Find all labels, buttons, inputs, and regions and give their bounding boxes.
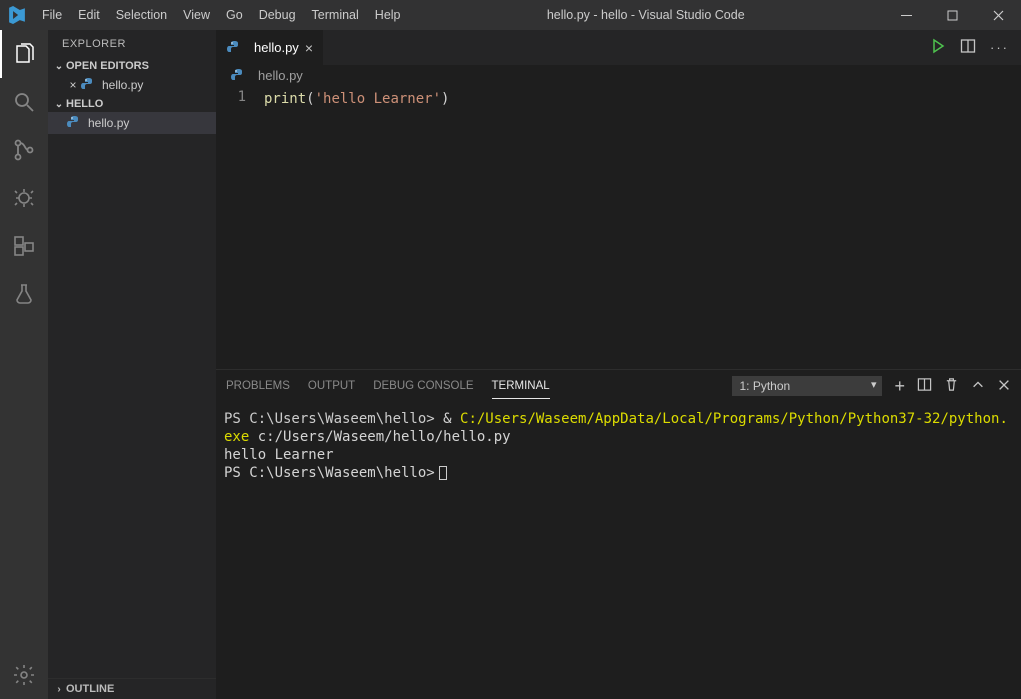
close-panel-icon[interactable] [997, 378, 1011, 395]
window-controls [883, 0, 1021, 30]
chevron-down-icon: ⌄ [52, 61, 66, 72]
explorer-icon[interactable] [0, 30, 48, 78]
breadcrumb[interactable]: hello.py [216, 65, 1021, 87]
maximize-panel-icon[interactable] [971, 378, 985, 395]
menu-go[interactable]: Go [218, 0, 251, 30]
python-file-icon [66, 115, 82, 131]
split-terminal-icon[interactable] [917, 377, 932, 395]
line-number: 1 [216, 89, 246, 105]
python-file-icon [80, 77, 96, 93]
panel-tab-terminal[interactable]: TERMINAL [492, 374, 550, 399]
extensions-icon[interactable] [0, 222, 48, 270]
source-control-icon[interactable] [0, 126, 48, 174]
terminal-prompt: PS C:\Users\Waseem\hello> [224, 411, 443, 427]
terminal-body[interactable]: PS C:\Users\Waseem\hello> & C:/Users/Was… [216, 402, 1021, 699]
window-title: hello.py - hello - Visual Studio Code [409, 8, 883, 22]
menu-bar: File Edit Selection View Go Debug Termin… [34, 0, 409, 30]
menu-terminal[interactable]: Terminal [304, 0, 367, 30]
editor-tab-row: hello.py × ··· [216, 30, 1021, 65]
kill-terminal-icon[interactable] [944, 377, 959, 395]
open-editors-label: OPEN EDITORS [66, 60, 149, 72]
panel-tab-problems[interactable]: PROBLEMS [226, 374, 290, 398]
testing-icon[interactable] [0, 270, 48, 318]
panel-tab-output[interactable]: OUTPUT [308, 374, 355, 398]
menu-selection[interactable]: Selection [108, 0, 175, 30]
open-editor-filename: hello.py [102, 78, 143, 92]
terminal-output: hello Learner [224, 447, 334, 463]
debug-icon[interactable] [0, 174, 48, 222]
editor-tab[interactable]: hello.py × [216, 30, 324, 65]
maximize-button[interactable] [929, 0, 975, 30]
new-terminal-icon[interactable]: + [894, 379, 905, 393]
code-line: print('hello Learner') [264, 87, 981, 109]
editor-group: hello.py × ··· hello.py 1 print('he [216, 30, 1021, 699]
menu-view[interactable]: View [175, 0, 218, 30]
file-tree-item-label: hello.py [88, 116, 129, 130]
terminal-cursor [439, 466, 447, 480]
breadcrumb-file: hello.py [258, 68, 303, 83]
panel-tab-debug-console[interactable]: DEBUG CONSOLE [373, 374, 473, 398]
editor-tab-label: hello.py [254, 40, 299, 55]
panel-tab-row: PROBLEMS OUTPUT DEBUG CONSOLE TERMINAL 1… [216, 370, 1021, 402]
minimize-button[interactable] [883, 0, 929, 30]
folder-label: HELLO [66, 98, 103, 110]
search-icon[interactable] [0, 78, 48, 126]
outline-section[interactable]: › OUTLINE [48, 678, 216, 699]
open-editor-file[interactable]: × hello.py [48, 74, 216, 96]
menu-help[interactable]: Help [367, 0, 409, 30]
more-actions-icon[interactable]: ··· [990, 40, 1009, 55]
terminal-text: & [443, 411, 460, 427]
bottom-panel: PROBLEMS OUTPUT DEBUG CONSOLE TERMINAL 1… [216, 369, 1021, 699]
settings-gear-icon[interactable] [0, 651, 48, 699]
terminal-prompt: PS C:\Users\Waseem\hello> [224, 465, 435, 481]
close-button[interactable] [975, 0, 1021, 30]
close-tab-icon[interactable]: × [305, 40, 313, 56]
folder-section[interactable]: ⌄ HELLO [48, 96, 216, 112]
python-file-icon [226, 40, 242, 56]
activity-bar [0, 30, 48, 699]
terminal-selector[interactable]: 1: Python [732, 376, 882, 396]
menu-file[interactable]: File [34, 0, 70, 30]
code-editor[interactable]: 1 print('hello Learner') [216, 87, 1021, 369]
run-icon[interactable] [930, 38, 946, 57]
explorer-sidebar: EXPLORER ⌄ OPEN EDITORS × hello.py ⌄ HEL… [48, 30, 216, 699]
split-editor-icon[interactable] [960, 38, 976, 57]
line-gutter: 1 [216, 87, 264, 369]
app-logo [0, 6, 34, 24]
terminal-arg: c:/Users/Waseem/hello/hello.py [249, 429, 510, 445]
titlebar: File Edit Selection View Go Debug Termin… [0, 0, 1021, 30]
sidebar-title: EXPLORER [48, 30, 216, 58]
chevron-down-icon: ⌄ [52, 99, 66, 110]
menu-debug[interactable]: Debug [251, 0, 304, 30]
menu-edit[interactable]: Edit [70, 0, 108, 30]
chevron-right-icon: › [52, 684, 66, 695]
file-tree-item[interactable]: hello.py [48, 112, 216, 134]
close-icon[interactable]: × [66, 78, 80, 92]
outline-label: OUTLINE [66, 683, 114, 695]
python-file-icon [230, 68, 246, 84]
open-editors-section[interactable]: ⌄ OPEN EDITORS [48, 58, 216, 74]
minimap[interactable] [981, 87, 1021, 369]
